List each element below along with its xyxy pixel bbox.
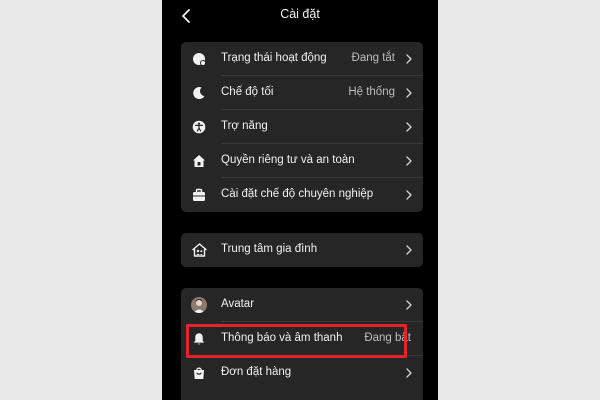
settings-item-activity-status[interactable]: Trạng thái hoạt động Đang tắt	[181, 42, 423, 76]
settings-item-professional-mode[interactable]: Cài đặt chế độ chuyên nghiệp	[181, 178, 423, 212]
settings-item-accessibility[interactable]: Trợ năng	[181, 110, 423, 144]
settings-item-dark-mode[interactable]: Chế độ tối Hệ thống	[181, 76, 423, 110]
settings-item-label: Trung tâm gia đình	[221, 243, 318, 255]
settings-item-family-center[interactable]: Trung tâm gia đình	[181, 233, 423, 267]
settings-item-label: Chế độ tối	[221, 86, 274, 98]
settings-item-label: Cài đặt chế độ chuyên nghiệp	[221, 188, 374, 200]
settings-group-general: Trạng thái hoạt động Đang tắt Chế độ tối…	[181, 42, 423, 212]
settings-item-value: Hệ thống	[348, 86, 395, 98]
chevron-right-icon	[406, 122, 412, 132]
settings-item-avatar[interactable]: Avatar	[181, 288, 423, 322]
chevron-right-icon	[406, 368, 412, 378]
family-home-icon	[191, 242, 207, 258]
settings-item-label: Avatar	[221, 298, 255, 310]
briefcase-icon	[191, 187, 207, 203]
settings-item-label: Trạng thái hoạt động	[221, 52, 327, 64]
settings-group-family: Trung tâm gia đình	[181, 233, 423, 267]
privacy-home-icon	[191, 153, 207, 169]
chevron-right-icon	[406, 300, 412, 310]
avatar-icon	[191, 297, 207, 313]
moon-icon	[191, 85, 207, 101]
chevron-right-icon	[406, 88, 412, 98]
chevron-right-icon	[406, 245, 412, 255]
settings-item-value: Đang tắt	[351, 52, 395, 64]
chevron-right-icon	[406, 54, 412, 64]
settings-item-label: Đơn đặt hàng	[221, 366, 292, 378]
header: Cài đặt	[162, 0, 438, 32]
chevron-right-icon	[406, 190, 412, 200]
settings-item-label: Trợ năng	[221, 120, 268, 132]
accessibility-icon	[191, 119, 207, 135]
settings-item-orders[interactable]: Đơn đặt hàng	[181, 356, 423, 390]
page-title: Cài đặt	[280, 7, 320, 21]
chevron-right-icon	[406, 156, 412, 166]
highlight-box	[186, 324, 407, 358]
settings-item-label: Quyền riêng tư và an toàn	[221, 154, 355, 166]
activity-status-icon	[191, 51, 207, 67]
shopping-bag-icon	[191, 365, 207, 381]
settings-item-privacy[interactable]: Quyền riêng tư và an toàn	[181, 144, 423, 178]
